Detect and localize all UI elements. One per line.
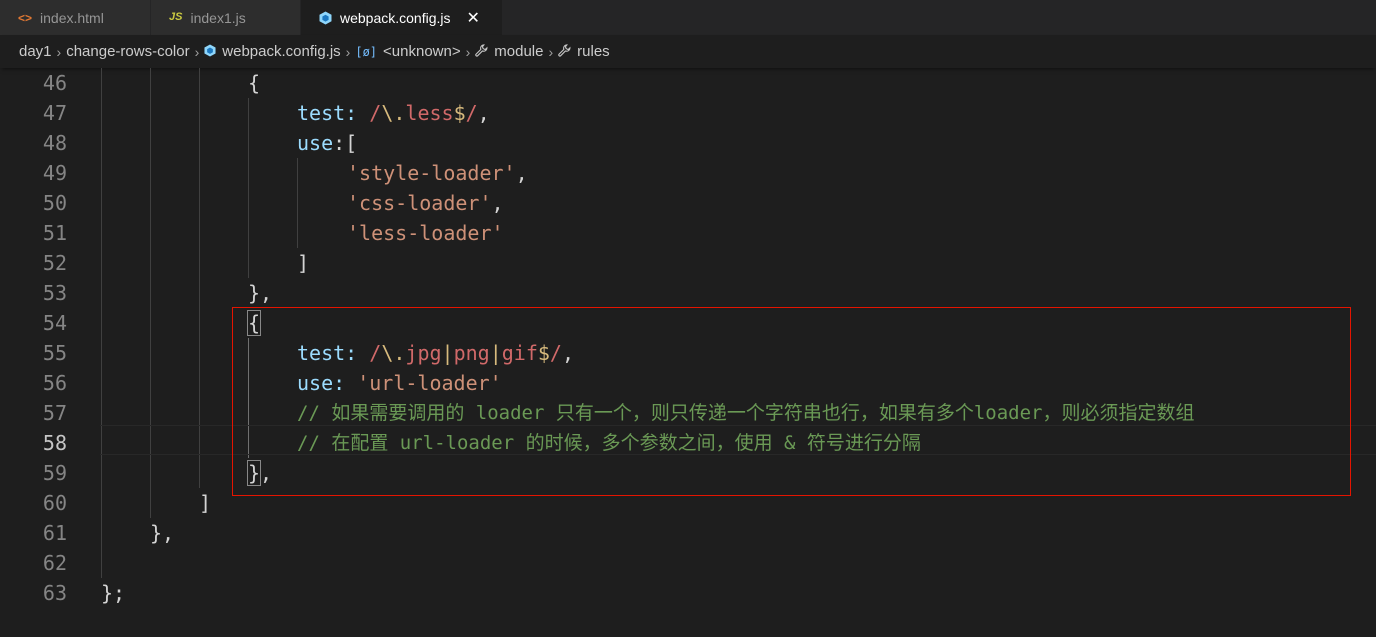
code-text: test: /\.jpg|png|gif$/, — [297, 341, 575, 365]
line-number: 61 — [42, 521, 67, 545]
code-line: 46 { — [0, 68, 1376, 98]
breadcrumb-item-folder[interactable]: change-rows-color — [66, 43, 189, 60]
code-line: 52 ] — [0, 248, 1376, 278]
code-line: 63 }; — [0, 578, 1376, 608]
breadcrumb-item-unknown[interactable]: [ø] <unknown> — [355, 43, 460, 60]
code-text: 'style-loader', — [347, 161, 528, 185]
line-number: 54 — [42, 311, 67, 335]
code-line: 50 'css-loader', — [0, 188, 1376, 218]
breadcrumb: day1 › change-rows-color › webpack.confi… — [0, 35, 1376, 68]
breadcrumb-item-file[interactable]: webpack.config.js — [204, 43, 341, 60]
code-line: 55 test: /\.jpg|png|gif$/, — [0, 338, 1376, 368]
line-number: 62 — [42, 551, 67, 575]
line-number: 46 — [42, 71, 67, 95]
code-line-active: 58 // 在配置 url-loader 的时候，多个参数之间，使用 & 符号进… — [0, 428, 1376, 458]
code-text: { — [246, 308, 262, 338]
code-text: }, — [246, 460, 273, 486]
matched-bracket: { — [246, 310, 262, 336]
code-line: 59 }, — [0, 458, 1376, 488]
line-number: 47 — [42, 101, 67, 125]
tab-label: webpack.config.js — [340, 9, 451, 26]
code-text: ] — [199, 491, 212, 515]
code-text: 'css-loader', — [347, 191, 504, 215]
line-number: 48 — [42, 131, 67, 155]
line-number: 55 — [42, 341, 67, 365]
chevron-right-icon: › — [345, 43, 351, 60]
js-file-icon: JS — [169, 11, 183, 23]
code-line: 51 'less-loader' — [0, 218, 1376, 248]
line-number: 51 — [42, 221, 67, 245]
line-number: 63 — [42, 581, 67, 605]
code-text: { — [248, 71, 261, 95]
line-number: 58 — [42, 431, 67, 455]
code-line: 57 // 如果需要调用的 loader 只有一个，则只传递一个字符串也行，如果… — [0, 398, 1376, 428]
line-number: 60 — [42, 491, 67, 515]
breadcrumb-label: module — [494, 43, 544, 60]
breadcrumb-item-rules[interactable]: rules — [558, 43, 610, 60]
webpack-file-icon — [319, 11, 332, 25]
code-line: 62 — [0, 548, 1376, 578]
code-text: 'less-loader' — [347, 221, 504, 245]
line-number: 53 — [42, 281, 67, 305]
tab-index-html[interactable]: <> index.html — [0, 0, 151, 35]
line-number: 56 — [42, 371, 67, 395]
line-number: 59 — [42, 461, 67, 485]
tab-webpack-config-js[interactable]: webpack.config.js ✕ — [301, 0, 503, 35]
breadcrumb-item-module[interactable]: module — [475, 43, 543, 60]
webpack-icon — [204, 44, 216, 59]
wrench-icon — [558, 44, 571, 59]
tab-label: index1.js — [190, 9, 246, 26]
wrench-icon — [475, 44, 488, 59]
line-number: 50 — [42, 191, 67, 215]
breadcrumb-label: rules — [577, 43, 610, 60]
line-number: 57 — [42, 401, 67, 425]
breadcrumb-item-day1[interactable]: day1 — [19, 43, 52, 60]
breadcrumb-label: <unknown> — [383, 43, 461, 60]
code-line: 56 use: 'url-loader' — [0, 368, 1376, 398]
code-text: test: /\.less$/, — [297, 101, 490, 125]
code-comment: // 在配置 url-loader 的时候，多个参数之间，使用 & 符号进行分隔 — [297, 432, 921, 454]
code-editor[interactable]: 46 { 47 test: /\.less$/, 48 use:[ 49 'st… — [0, 68, 1376, 637]
code-line: 48 use:[ — [0, 128, 1376, 158]
html-file-icon: <> — [18, 10, 33, 25]
code-line: 53 }, — [0, 278, 1376, 308]
code-text: }, — [248, 281, 273, 305]
chevron-right-icon: › — [194, 43, 200, 60]
chevron-right-icon: › — [56, 43, 62, 60]
code-text: ] — [297, 251, 310, 275]
brackets-icon: [ø] — [355, 45, 378, 59]
chevron-right-icon: › — [465, 43, 471, 60]
code-text: use:[ — [297, 131, 358, 155]
tab-index1-js[interactable]: JS index1.js — [151, 0, 301, 35]
line-number: 52 — [42, 251, 67, 275]
code-line: 47 test: /\.less$/, — [0, 98, 1376, 128]
code-line: 60 ] — [0, 488, 1376, 518]
code-comment: // 如果需要调用的 loader 只有一个，则只传递一个字符串也行，如果有多个… — [297, 402, 1195, 424]
chevron-right-icon: › — [548, 43, 554, 60]
code-text: use: 'url-loader' — [297, 371, 502, 395]
line-number: 49 — [42, 161, 67, 185]
matched-bracket: } — [246, 460, 262, 486]
code-line: 61 }, — [0, 518, 1376, 548]
code-text: }; — [101, 581, 126, 605]
breadcrumb-label: webpack.config.js — [222, 43, 341, 60]
code-line: 54 { — [0, 308, 1376, 338]
editor-tab-bar: <> index.html JS index1.js webpack.confi… — [0, 0, 1376, 35]
code-text: }, — [150, 521, 175, 545]
code-line: 49 'style-loader', — [0, 158, 1376, 188]
close-icon[interactable]: ✕ — [467, 8, 480, 28]
tab-label: index.html — [40, 9, 104, 26]
